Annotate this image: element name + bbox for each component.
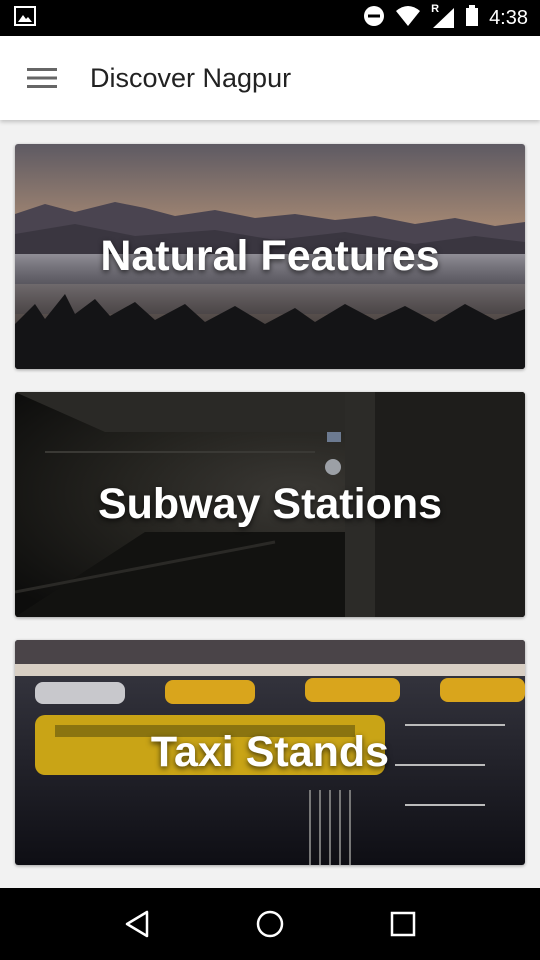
hamburger-menu-icon[interactable]: [15, 51, 69, 105]
category-list[interactable]: Natural Features Subway Stations Taxi St…: [0, 120, 540, 888]
wifi-icon: [395, 5, 421, 32]
app-bar: Discover Nagpur: [0, 36, 540, 120]
page-title: Discover Nagpur: [90, 62, 292, 93]
recents-icon[interactable]: [373, 894, 433, 954]
back-icon[interactable]: [107, 894, 167, 954]
category-card-taxi-stands[interactable]: Taxi Stands: [15, 640, 525, 865]
status-bar: R 4:38: [0, 0, 540, 36]
card-title: Taxi Stands: [150, 728, 390, 776]
card-title: Natural Features: [100, 232, 440, 280]
cell-signal-icon: R: [431, 3, 455, 29]
do-not-disturb-icon: [363, 5, 385, 32]
card-title: Subway Stations: [97, 480, 443, 528]
image-notification-icon: [14, 5, 36, 31]
category-card-natural-features[interactable]: Natural Features: [15, 144, 525, 369]
navigation-bar: [0, 888, 540, 960]
home-icon[interactable]: [240, 894, 300, 954]
category-card-subway-stations[interactable]: Subway Stations: [15, 392, 525, 617]
network-badge: R: [431, 3, 440, 15]
status-time: 4:38: [489, 6, 528, 29]
battery-icon: [465, 4, 479, 32]
